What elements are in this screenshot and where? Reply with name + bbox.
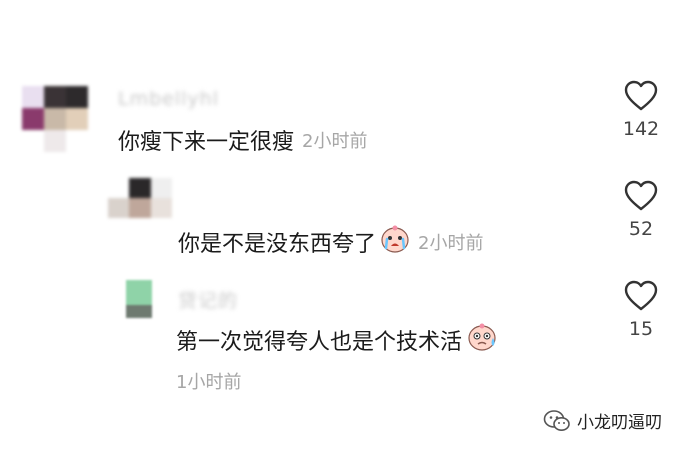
heart-icon (624, 280, 658, 311)
timestamp: 1小时前 (176, 372, 242, 393)
comment-text: 你瘦下来一定很瘦 2小时前 (118, 124, 367, 156)
crying-face-emoji (380, 224, 410, 260)
like-button[interactable]: 15 (611, 280, 671, 340)
comment-body: 你是不是没东西夸了 (178, 232, 377, 257)
like-count: 15 (628, 318, 654, 340)
heart-icon (624, 180, 658, 211)
comment-body: 你瘦下来一定很瘦 (118, 130, 295, 155)
avatar[interactable] (126, 280, 152, 318)
comment-text: 第一次觉得夸人也是个技术活 (176, 322, 498, 358)
comment-text: 你是不是没东西夸了 2小时前 (178, 224, 483, 260)
heart-icon (624, 80, 658, 111)
like-button[interactable]: 52 (611, 180, 671, 240)
wechat-icon (543, 409, 570, 431)
username[interactable]: 贷记的 (178, 286, 238, 313)
avatar[interactable] (22, 86, 88, 152)
watermark: 小龙叨逼叨 (543, 408, 662, 433)
like-button[interactable]: 142 (611, 80, 671, 140)
watermark-text: 小龙叨逼叨 (577, 413, 662, 433)
comment-body: 第一次觉得夸人也是个技术活 (176, 330, 463, 355)
timestamp: 2小时前 (302, 131, 368, 152)
like-count: 52 (628, 218, 654, 240)
like-count: 142 (622, 118, 660, 140)
username[interactable]: Lmbellyhl (118, 88, 219, 110)
avatar[interactable] (108, 178, 172, 218)
timestamp: 2小时前 (418, 233, 484, 254)
sweat-face-emoji (466, 322, 498, 358)
